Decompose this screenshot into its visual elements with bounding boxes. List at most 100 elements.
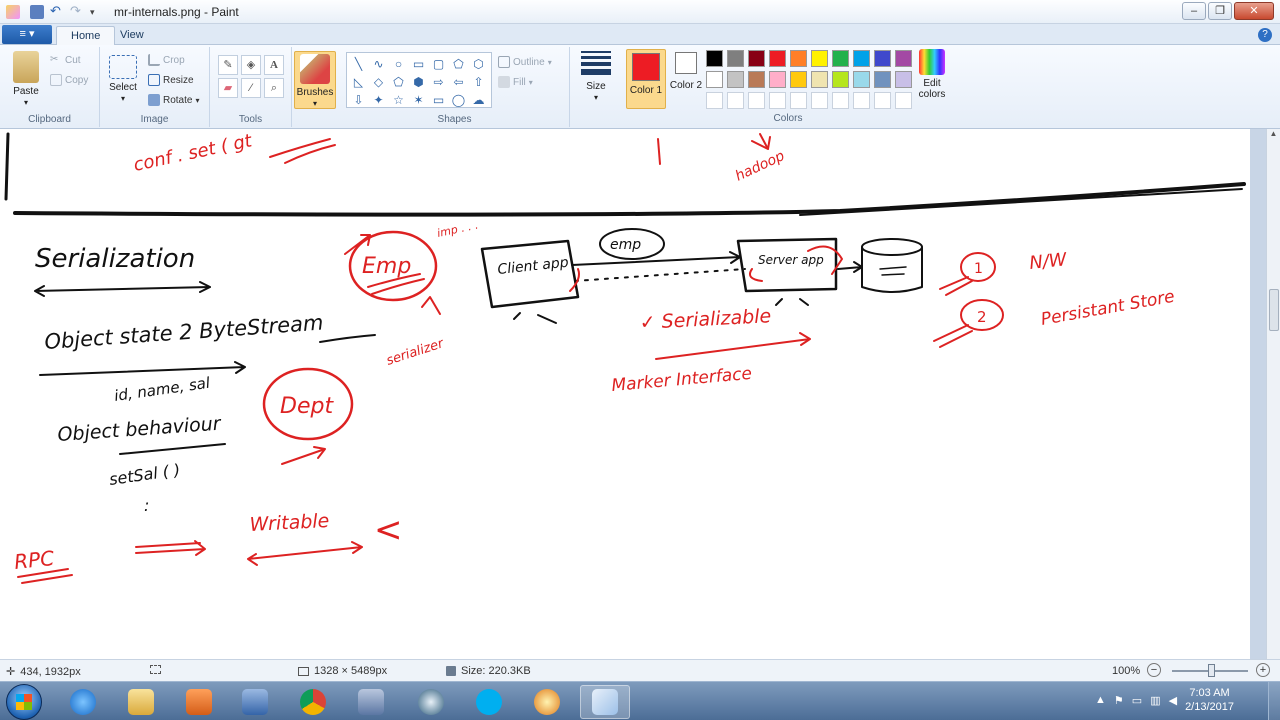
fill-bucket-icon[interactable]: ◈ [241,55,261,75]
vertical-scrollbar[interactable]: ▲ [1266,129,1280,659]
scroll-thumb[interactable] [1269,289,1279,331]
color-swatch[interactable] [895,71,912,88]
color-swatch[interactable] [853,92,870,109]
pencil-icon[interactable]: ✎ [218,55,238,75]
file-menu-button[interactable]: ≡ ▾ [2,25,52,44]
color-swatch[interactable] [727,92,744,109]
color-swatch[interactable] [895,92,912,109]
clock[interactable]: 7:03 AM 2/13/2017 [1185,686,1234,714]
color2-button[interactable]: Color 2 [668,52,704,91]
select-button[interactable]: Select ▾ [106,51,140,104]
shape-option-icon[interactable]: ⇩ [349,91,368,109]
color-swatch[interactable] [832,50,849,67]
shape-option-icon[interactable]: ◯ [449,91,468,109]
help-icon[interactable]: ? [1258,28,1272,42]
taskbar-virtualbox[interactable] [230,685,280,719]
shape-option-icon[interactable]: ☆ [389,91,408,109]
color-swatch[interactable] [811,71,828,88]
cut-button[interactable]: ✂ Cut [50,51,81,69]
taskbar-network[interactable] [346,685,396,719]
color-swatch[interactable] [853,50,870,67]
shape-option-icon[interactable]: ⬠ [389,73,408,91]
text-icon[interactable]: A [264,55,284,75]
drawing-canvas[interactable]: conf . set ( gt hadoop Serialization Obj… [0,129,1250,659]
rotate-button[interactable]: Rotate ▾ [148,91,199,109]
taskbar-ie[interactable] [58,685,108,719]
color-swatch[interactable] [769,50,786,67]
color-swatch[interactable] [853,71,870,88]
taskbar-explorer[interactable] [116,685,166,719]
color1-button[interactable]: Color 1 [626,49,666,109]
save-icon[interactable] [30,4,44,19]
taskbar-media[interactable] [174,685,224,719]
magnifier-icon[interactable]: ⌕ [264,78,284,98]
shape-option-icon[interactable]: ╲ [349,55,368,73]
zoom-slider[interactable] [1172,664,1248,677]
color-swatch[interactable] [832,92,849,109]
color-swatch[interactable] [874,50,891,67]
shape-option-icon[interactable]: ▭ [429,91,448,109]
quick-access-dropdown-icon[interactable]: ▾ [90,5,104,19]
show-desktop-button[interactable] [1268,682,1280,720]
color-swatch[interactable] [790,92,807,109]
shape-option-icon[interactable]: ◺ [349,73,368,91]
minimize-button[interactable]: – [1182,2,1206,20]
scroll-up-icon[interactable]: ▲ [1267,129,1280,138]
shape-option-icon[interactable]: ∿ [369,55,388,73]
tab-view[interactable]: View [106,26,158,45]
color-swatch[interactable] [790,50,807,67]
zoom-slider-thumb[interactable] [1208,664,1215,677]
brushes-button[interactable]: Brushes ▾ [294,51,336,109]
color-swatch[interactable] [748,50,765,67]
outline-button[interactable]: Outline ▾ [498,53,552,71]
resize-button[interactable]: Resize [148,71,194,89]
paste-button[interactable]: Paste ▾ [6,51,46,108]
undo-icon[interactable]: ↶ [50,4,64,19]
color-swatch[interactable] [790,71,807,88]
network-tray-icon[interactable]: ▥ [1150,694,1160,707]
shape-option-icon[interactable]: ✶ [409,91,428,109]
shapes-gallery[interactable]: ╲ ∿ ○ ▭ ▢ ⬠ ⬡ ◺ ◇ ⬠ ⬢ ⇨ ⇦ ⇧ ⇩ ✦ ☆ ✶ ▭ ◯ ☁ [346,52,492,108]
eraser-icon[interactable]: ▰ [218,78,238,98]
close-button[interactable]: ✕ [1234,2,1274,20]
color-swatch[interactable] [727,71,744,88]
color-swatch[interactable] [706,92,723,109]
color-swatch[interactable] [748,92,765,109]
shape-option-icon[interactable]: ⇨ [429,73,448,91]
taskbar-chrome[interactable] [288,685,338,719]
shape-option-icon[interactable]: ⬢ [409,73,428,91]
shape-option-icon[interactable]: ⇦ [449,73,468,91]
flag-icon[interactable]: ⚑ [1114,694,1124,707]
shape-option-icon[interactable]: ○ [389,55,408,73]
color-swatch[interactable] [769,71,786,88]
zoom-in-button[interactable]: + [1256,663,1270,677]
color-swatch[interactable] [727,50,744,67]
taskbar-skype[interactable] [464,685,514,719]
taskbar-app[interactable] [406,685,456,719]
crop-button[interactable]: Crop [148,51,185,69]
color-swatch[interactable] [832,71,849,88]
zoom-out-button[interactable]: − [1147,663,1161,677]
shape-option-icon[interactable]: ▭ [409,55,428,73]
shape-option-icon[interactable]: ▢ [429,55,448,73]
monitor-icon[interactable]: ▭ [1132,694,1142,707]
color-swatch[interactable] [895,50,912,67]
size-button[interactable]: Size ▾ [576,51,616,103]
taskbar-paint[interactable] [580,685,630,719]
shape-option-icon[interactable]: ◇ [369,73,388,91]
volume-icon[interactable]: ◀ [1169,694,1177,707]
color-swatch[interactable] [706,50,723,67]
color-swatch[interactable] [874,92,891,109]
fill-button[interactable]: Fill ▾ [498,73,533,91]
shape-option-icon[interactable]: ⇧ [469,73,488,91]
color-swatch[interactable] [748,71,765,88]
start-button[interactable] [6,684,42,720]
maximize-button[interactable]: ❐ [1208,2,1232,20]
color-swatch[interactable] [706,71,723,88]
color-picker-icon[interactable]: ⁄ [241,78,261,98]
shape-option-icon[interactable]: ☁ [469,91,488,109]
edit-colors-button[interactable]: Edit colors [914,49,950,100]
copy-button[interactable]: Copy [50,71,88,89]
shape-option-icon[interactable]: ✦ [369,91,388,109]
color-swatch[interactable] [811,50,828,67]
